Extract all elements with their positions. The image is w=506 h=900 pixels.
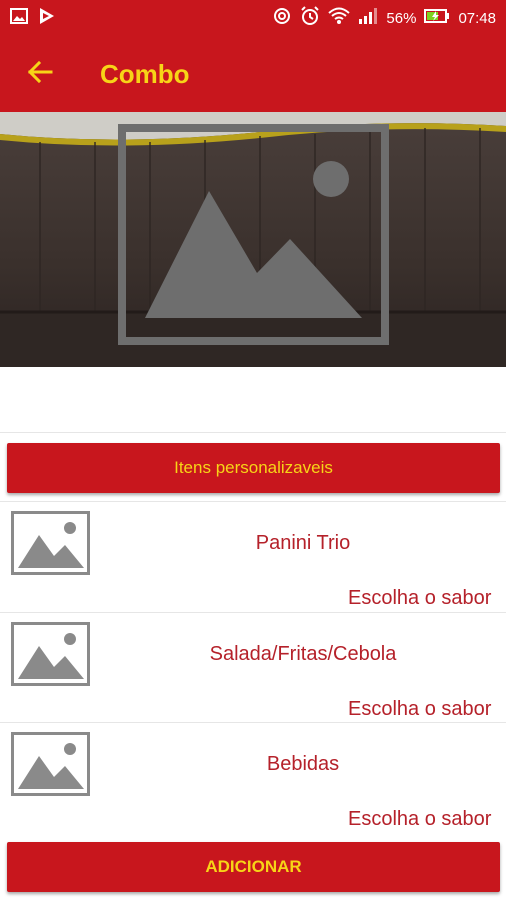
alarm-icon (300, 6, 320, 30)
clock: 07:48 (458, 9, 496, 27)
choose-flavor-link[interactable]: Escolha o sabor (348, 698, 491, 721)
item-name: Salada/Fritas/Cebola (209, 643, 397, 665)
battery-percent: 56% (386, 9, 417, 27)
status-bar: 56% 07:48 (0, 0, 506, 36)
list-item[interactable]: Salada/Fritas/Cebola Escolha o sabor (0, 612, 506, 722)
back-button[interactable] (0, 36, 80, 112)
add-button-label: ADICIONAR (205, 857, 302, 876)
item-name: Bebidas (266, 753, 340, 775)
list-item[interactable]: Bebidas Escolha o sabor (0, 722, 506, 832)
play-store-icon (38, 7, 56, 29)
custom-items-label: Itens personalizaveis (174, 458, 333, 477)
divider (0, 432, 506, 433)
page-title: Combo (100, 58, 190, 89)
add-button[interactable]: ADICIONAR (7, 842, 500, 892)
back-arrow-icon (27, 60, 53, 89)
image-placeholder-icon (11, 732, 90, 796)
custom-items-header: Itens personalizaveis (7, 443, 500, 493)
choose-flavor-link[interactable]: Escolha o sabor (348, 587, 491, 610)
sync-icon (272, 6, 292, 30)
signal-icon (358, 8, 378, 28)
image-placeholder-icon (11, 511, 90, 575)
wifi-icon (328, 7, 351, 29)
combo-banner-image (0, 112, 506, 367)
list-item[interactable]: Panini Trio Escolha o sabor (0, 501, 506, 611)
app-bar: Combo (0, 36, 506, 112)
image-placeholder-icon (11, 622, 90, 686)
gallery-icon (10, 8, 28, 28)
battery-charging-icon (424, 8, 450, 28)
choose-flavor-link[interactable]: Escolha o sabor (348, 808, 491, 831)
item-name: Panini Trio (255, 532, 351, 554)
